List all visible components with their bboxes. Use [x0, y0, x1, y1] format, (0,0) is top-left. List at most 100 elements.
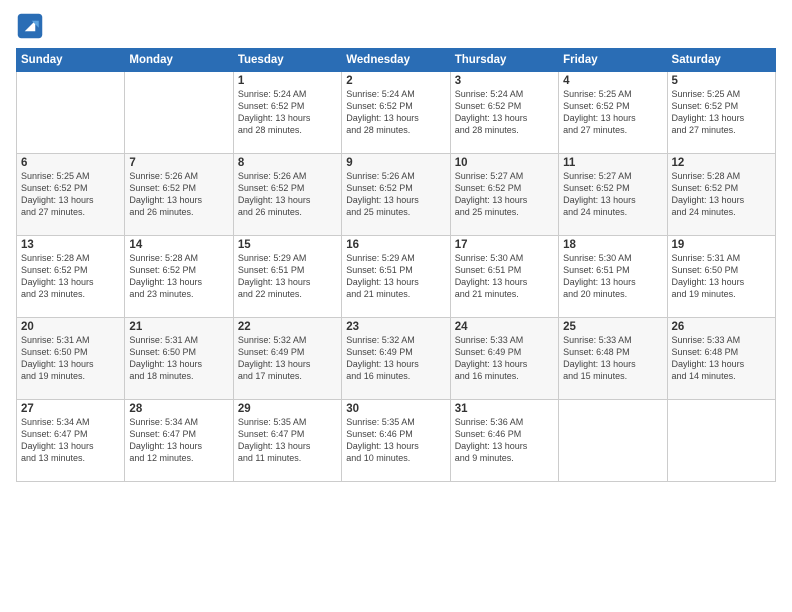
day-info: Sunrise: 5:27 AM Sunset: 6:52 PM Dayligh… [455, 170, 554, 219]
calendar-cell: 20Sunrise: 5:31 AM Sunset: 6:50 PM Dayli… [17, 318, 125, 400]
day-info: Sunrise: 5:32 AM Sunset: 6:49 PM Dayligh… [346, 334, 445, 383]
day-info: Sunrise: 5:26 AM Sunset: 6:52 PM Dayligh… [346, 170, 445, 219]
day-info: Sunrise: 5:33 AM Sunset: 6:49 PM Dayligh… [455, 334, 554, 383]
day-number: 13 [21, 239, 120, 251]
calendar-cell: 24Sunrise: 5:33 AM Sunset: 6:49 PM Dayli… [450, 318, 558, 400]
calendar-week-row: 27 Sunrise: 5:34 AM Sunset: 6:47 PM Dayli… [17, 400, 776, 482]
calendar-cell: 14Sunrise: 5:28 AM Sunset: 6:52 PM Dayli… [125, 236, 233, 318]
day-info: Sunrise: 5:25 AM Sunset: 6:52 PM Dayligh… [563, 88, 662, 137]
calendar-day-header: Tuesday [233, 49, 341, 72]
day-number: 7 [129, 157, 228, 169]
calendar-cell: 8Sunrise: 5:26 AM Sunset: 6:52 PM Daylig… [233, 154, 341, 236]
day-info: Sunrise: 5:30 AM Sunset: 6:51 PM Dayligh… [563, 252, 662, 301]
day-number: 22 [238, 321, 337, 333]
day-number: 4 [563, 75, 662, 87]
calendar-cell: 4Sunrise: 5:25 AM Sunset: 6:52 PM Daylig… [559, 72, 667, 154]
calendar-day-header: Monday [125, 49, 233, 72]
day-info: Sunrise: 5:29 AM Sunset: 6:51 PM Dayligh… [346, 252, 445, 301]
logo-icon [16, 12, 44, 40]
day-number: 23 [346, 321, 445, 333]
day-info: Sunrise: 5:28 AM Sunset: 6:52 PM Dayligh… [672, 170, 771, 219]
calendar-cell [667, 400, 775, 482]
day-number: 10 [455, 157, 554, 169]
day-info: Sunrise: 5:24 AM Sunset: 6:52 PM Dayligh… [346, 88, 445, 137]
day-info: Sunrise: 5:26 AM Sunset: 6:52 PM Dayligh… [238, 170, 337, 219]
calendar-cell: 26Sunrise: 5:33 AM Sunset: 6:48 PM Dayli… [667, 318, 775, 400]
day-info: Sunrise: 5:33 AM Sunset: 6:48 PM Dayligh… [563, 334, 662, 383]
day-number: 16 [346, 239, 445, 251]
day-info: Sunrise: 5:33 AM Sunset: 6:48 PM Dayligh… [672, 334, 771, 383]
calendar-cell [559, 400, 667, 482]
day-number: 6 [21, 157, 120, 169]
day-number: 18 [563, 239, 662, 251]
calendar-week-row: 6Sunrise: 5:25 AM Sunset: 6:52 PM Daylig… [17, 154, 776, 236]
day-info: Sunrise: 5:34 AM Sunset: 6:47 PM Dayligh… [129, 416, 228, 465]
page: SundayMondayTuesdayWednesdayThursdayFrid… [0, 0, 792, 612]
day-number: 8 [238, 157, 337, 169]
calendar-week-row: 13Sunrise: 5:28 AM Sunset: 6:52 PM Dayli… [17, 236, 776, 318]
day-number: 2 [346, 75, 445, 87]
day-info: Sunrise: 5:30 AM Sunset: 6:51 PM Dayligh… [455, 252, 554, 301]
day-info: Sunrise: 5:24 AM Sunset: 6:52 PM Dayligh… [238, 88, 337, 137]
day-number: 3 [455, 75, 554, 87]
day-number: 15 [238, 239, 337, 251]
day-number: 14 [129, 239, 228, 251]
calendar-cell: 19Sunrise: 5:31 AM Sunset: 6:50 PM Dayli… [667, 236, 775, 318]
day-info: Sunrise: 5:35 AM Sunset: 6:46 PM Dayligh… [346, 416, 445, 465]
day-number: 17 [455, 239, 554, 251]
calendar-cell: 31Sunrise: 5:36 AM Sunset: 6:46 PM Dayli… [450, 400, 558, 482]
calendar-cell: 28Sunrise: 5:34 AM Sunset: 6:47 PM Dayli… [125, 400, 233, 482]
calendar-table: SundayMondayTuesdayWednesdayThursdayFrid… [16, 48, 776, 482]
day-number: 26 [672, 321, 771, 333]
logo [16, 12, 48, 40]
day-number: 12 [672, 157, 771, 169]
calendar-cell: 12Sunrise: 5:28 AM Sunset: 6:52 PM Dayli… [667, 154, 775, 236]
calendar-week-row: 20Sunrise: 5:31 AM Sunset: 6:50 PM Dayli… [17, 318, 776, 400]
day-info: Sunrise: 5:36 AM Sunset: 6:46 PM Dayligh… [455, 416, 554, 465]
day-number: 30 [346, 403, 445, 415]
calendar-cell: 5Sunrise: 5:25 AM Sunset: 6:52 PM Daylig… [667, 72, 775, 154]
day-number: 27 [21, 403, 120, 415]
calendar-header-row: SundayMondayTuesdayWednesdayThursdayFrid… [17, 49, 776, 72]
calendar-cell: 6Sunrise: 5:25 AM Sunset: 6:52 PM Daylig… [17, 154, 125, 236]
day-info: Sunrise: 5:25 AM Sunset: 6:52 PM Dayligh… [21, 170, 120, 219]
day-info: Sunrise: 5:31 AM Sunset: 6:50 PM Dayligh… [21, 334, 120, 383]
day-number: 9 [346, 157, 445, 169]
calendar-cell: 21Sunrise: 5:31 AM Sunset: 6:50 PM Dayli… [125, 318, 233, 400]
day-info: Sunrise: 5:35 AM Sunset: 6:47 PM Dayligh… [238, 416, 337, 465]
calendar-day-header: Friday [559, 49, 667, 72]
calendar-cell: 1Sunrise: 5:24 AM Sunset: 6:52 PM Daylig… [233, 72, 341, 154]
day-number: 29 [238, 403, 337, 415]
day-info: Sunrise: 5:27 AM Sunset: 6:52 PM Dayligh… [563, 170, 662, 219]
calendar-cell: 7Sunrise: 5:26 AM Sunset: 6:52 PM Daylig… [125, 154, 233, 236]
calendar-day-header: Saturday [667, 49, 775, 72]
calendar-cell [125, 72, 233, 154]
header [16, 12, 776, 40]
day-number: 5 [672, 75, 771, 87]
day-number: 11 [563, 157, 662, 169]
calendar-cell: 3Sunrise: 5:24 AM Sunset: 6:52 PM Daylig… [450, 72, 558, 154]
calendar-cell: 25Sunrise: 5:33 AM Sunset: 6:48 PM Dayli… [559, 318, 667, 400]
calendar-cell: 22Sunrise: 5:32 AM Sunset: 6:49 PM Dayli… [233, 318, 341, 400]
calendar-cell: 23Sunrise: 5:32 AM Sunset: 6:49 PM Dayli… [342, 318, 450, 400]
calendar-cell: 2Sunrise: 5:24 AM Sunset: 6:52 PM Daylig… [342, 72, 450, 154]
day-number: 21 [129, 321, 228, 333]
day-info: Sunrise: 5:31 AM Sunset: 6:50 PM Dayligh… [129, 334, 228, 383]
day-number: 28 [129, 403, 228, 415]
calendar-cell: 15Sunrise: 5:29 AM Sunset: 6:51 PM Dayli… [233, 236, 341, 318]
calendar-day-header: Sunday [17, 49, 125, 72]
day-number: 20 [21, 321, 120, 333]
calendar-cell: 17Sunrise: 5:30 AM Sunset: 6:51 PM Dayli… [450, 236, 558, 318]
calendar-cell: 13Sunrise: 5:28 AM Sunset: 6:52 PM Dayli… [17, 236, 125, 318]
day-info: Sunrise: 5:28 AM Sunset: 6:52 PM Dayligh… [21, 252, 120, 301]
day-number: 1 [238, 75, 337, 87]
day-number: 25 [563, 321, 662, 333]
day-number: 24 [455, 321, 554, 333]
day-info: Sunrise: 5:24 AM Sunset: 6:52 PM Dayligh… [455, 88, 554, 137]
day-info: Sunrise: 5:25 AM Sunset: 6:52 PM Dayligh… [672, 88, 771, 137]
calendar-day-header: Thursday [450, 49, 558, 72]
calendar-cell: 27Sunrise: 5:34 AM Sunset: 6:47 PM Dayli… [17, 400, 125, 482]
day-number: 31 [455, 403, 554, 415]
day-info: Sunrise: 5:28 AM Sunset: 6:52 PM Dayligh… [129, 252, 228, 301]
calendar-cell: 16Sunrise: 5:29 AM Sunset: 6:51 PM Dayli… [342, 236, 450, 318]
